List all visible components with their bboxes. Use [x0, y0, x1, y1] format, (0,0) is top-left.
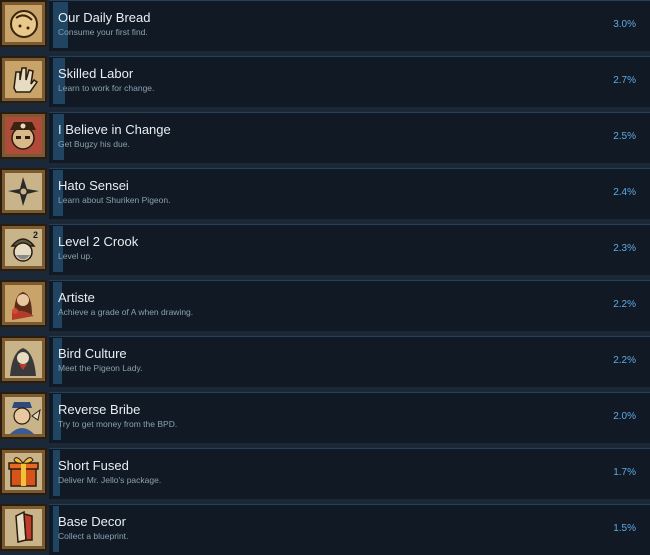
- pigeon-icon: [0, 336, 47, 383]
- pirate-icon: [0, 112, 47, 159]
- progress-bar: [53, 506, 59, 552]
- progress-bar: [53, 114, 64, 160]
- bread-icon: [0, 0, 47, 47]
- achievement-title: Artiste: [58, 290, 95, 305]
- achievement-description: Level up.: [58, 251, 93, 261]
- achievement-title: Hato Sensei: [58, 178, 129, 193]
- progress-bar: [53, 394, 61, 440]
- achievement-row[interactable]: Hato Sensei Learn about Shuriken Pigeon.…: [0, 168, 650, 219]
- achievement-title: Our Daily Bread: [58, 10, 151, 25]
- level-number-icon-text: 2: [33, 230, 38, 240]
- progress-bar: [53, 170, 63, 216]
- police-icon: [0, 392, 47, 439]
- unlock-percentage: 2.3%: [613, 243, 636, 254]
- achievement-row[interactable]: I Believe in Change Get Bugzy his due. 2…: [0, 112, 650, 163]
- progress-bar: [53, 2, 68, 48]
- unlock-percentage: 2.5%: [613, 131, 636, 142]
- unlock-percentage: 1.7%: [613, 467, 636, 478]
- achievement-list: Our Daily Bread Consume your first find.…: [0, 0, 650, 555]
- achievement-description: Get Bugzy his due.: [58, 139, 130, 149]
- progress-bar: [53, 450, 60, 496]
- gift-icon: [0, 448, 47, 495]
- unlock-percentage: 1.5%: [613, 523, 636, 534]
- achievement-title: Reverse Bribe: [58, 402, 141, 417]
- unlock-percentage: 2.0%: [613, 411, 636, 422]
- achievement-row[interactable]: Skilled Labor Learn to work for change. …: [0, 56, 650, 107]
- unlock-percentage: 2.7%: [613, 75, 636, 86]
- achievement-title: Short Fused: [58, 458, 129, 473]
- achievement-row[interactable]: Bird Culture Meet the Pigeon Lady. 2.2%: [0, 336, 650, 387]
- achievement-description: Collect a blueprint.: [58, 531, 129, 541]
- achievement-title: Level 2 Crook: [58, 234, 139, 249]
- achievement-row[interactable]: 2 Level 2 Crook Level up. 2.3%: [0, 224, 650, 275]
- achievement-description: Deliver Mr. Jello's package.: [58, 475, 162, 485]
- progress-bar: [53, 226, 63, 272]
- artist-icon: [0, 280, 47, 327]
- unlock-percentage: 2.4%: [613, 187, 636, 198]
- achievement-row[interactable]: Our Daily Bread Consume your first find.…: [0, 0, 650, 51]
- progress-bar: [53, 338, 62, 384]
- progress-bar: [53, 58, 65, 104]
- achievement-description: Try to get money from the BPD.: [58, 419, 178, 429]
- achievement-row[interactable]: Artiste Achieve a grade of A when drawin…: [0, 280, 650, 331]
- achievement-row[interactable]: Base Decor Collect a blueprint. 1.5%: [0, 504, 650, 555]
- achievement-description: Consume your first find.: [58, 27, 148, 37]
- blueprint-icon: [0, 504, 47, 551]
- achievement-description: Achieve a grade of A when drawing.: [58, 307, 194, 317]
- unlock-percentage: 3.0%: [613, 19, 636, 30]
- unlock-percentage: 2.2%: [613, 299, 636, 310]
- achievement-title: Bird Culture: [58, 346, 127, 361]
- achievement-row[interactable]: Reverse Bribe Try to get money from the …: [0, 392, 650, 443]
- achievement-row[interactable]: Short Fused Deliver Mr. Jello's package.…: [0, 448, 650, 499]
- achievement-description: Meet the Pigeon Lady.: [58, 363, 143, 373]
- achievement-title: Base Decor: [58, 514, 126, 529]
- unlock-percentage: 2.2%: [613, 355, 636, 366]
- shuriken-icon: [0, 168, 47, 215]
- achievement-description: Learn about Shuriken Pigeon.: [58, 195, 171, 205]
- hand-icon: [0, 56, 47, 103]
- achievement-title: I Believe in Change: [58, 122, 171, 137]
- progress-bar: [53, 282, 62, 328]
- achievement-description: Learn to work for change.: [58, 83, 155, 93]
- crook-icon: 2: [0, 224, 47, 271]
- achievement-title: Skilled Labor: [58, 66, 134, 81]
